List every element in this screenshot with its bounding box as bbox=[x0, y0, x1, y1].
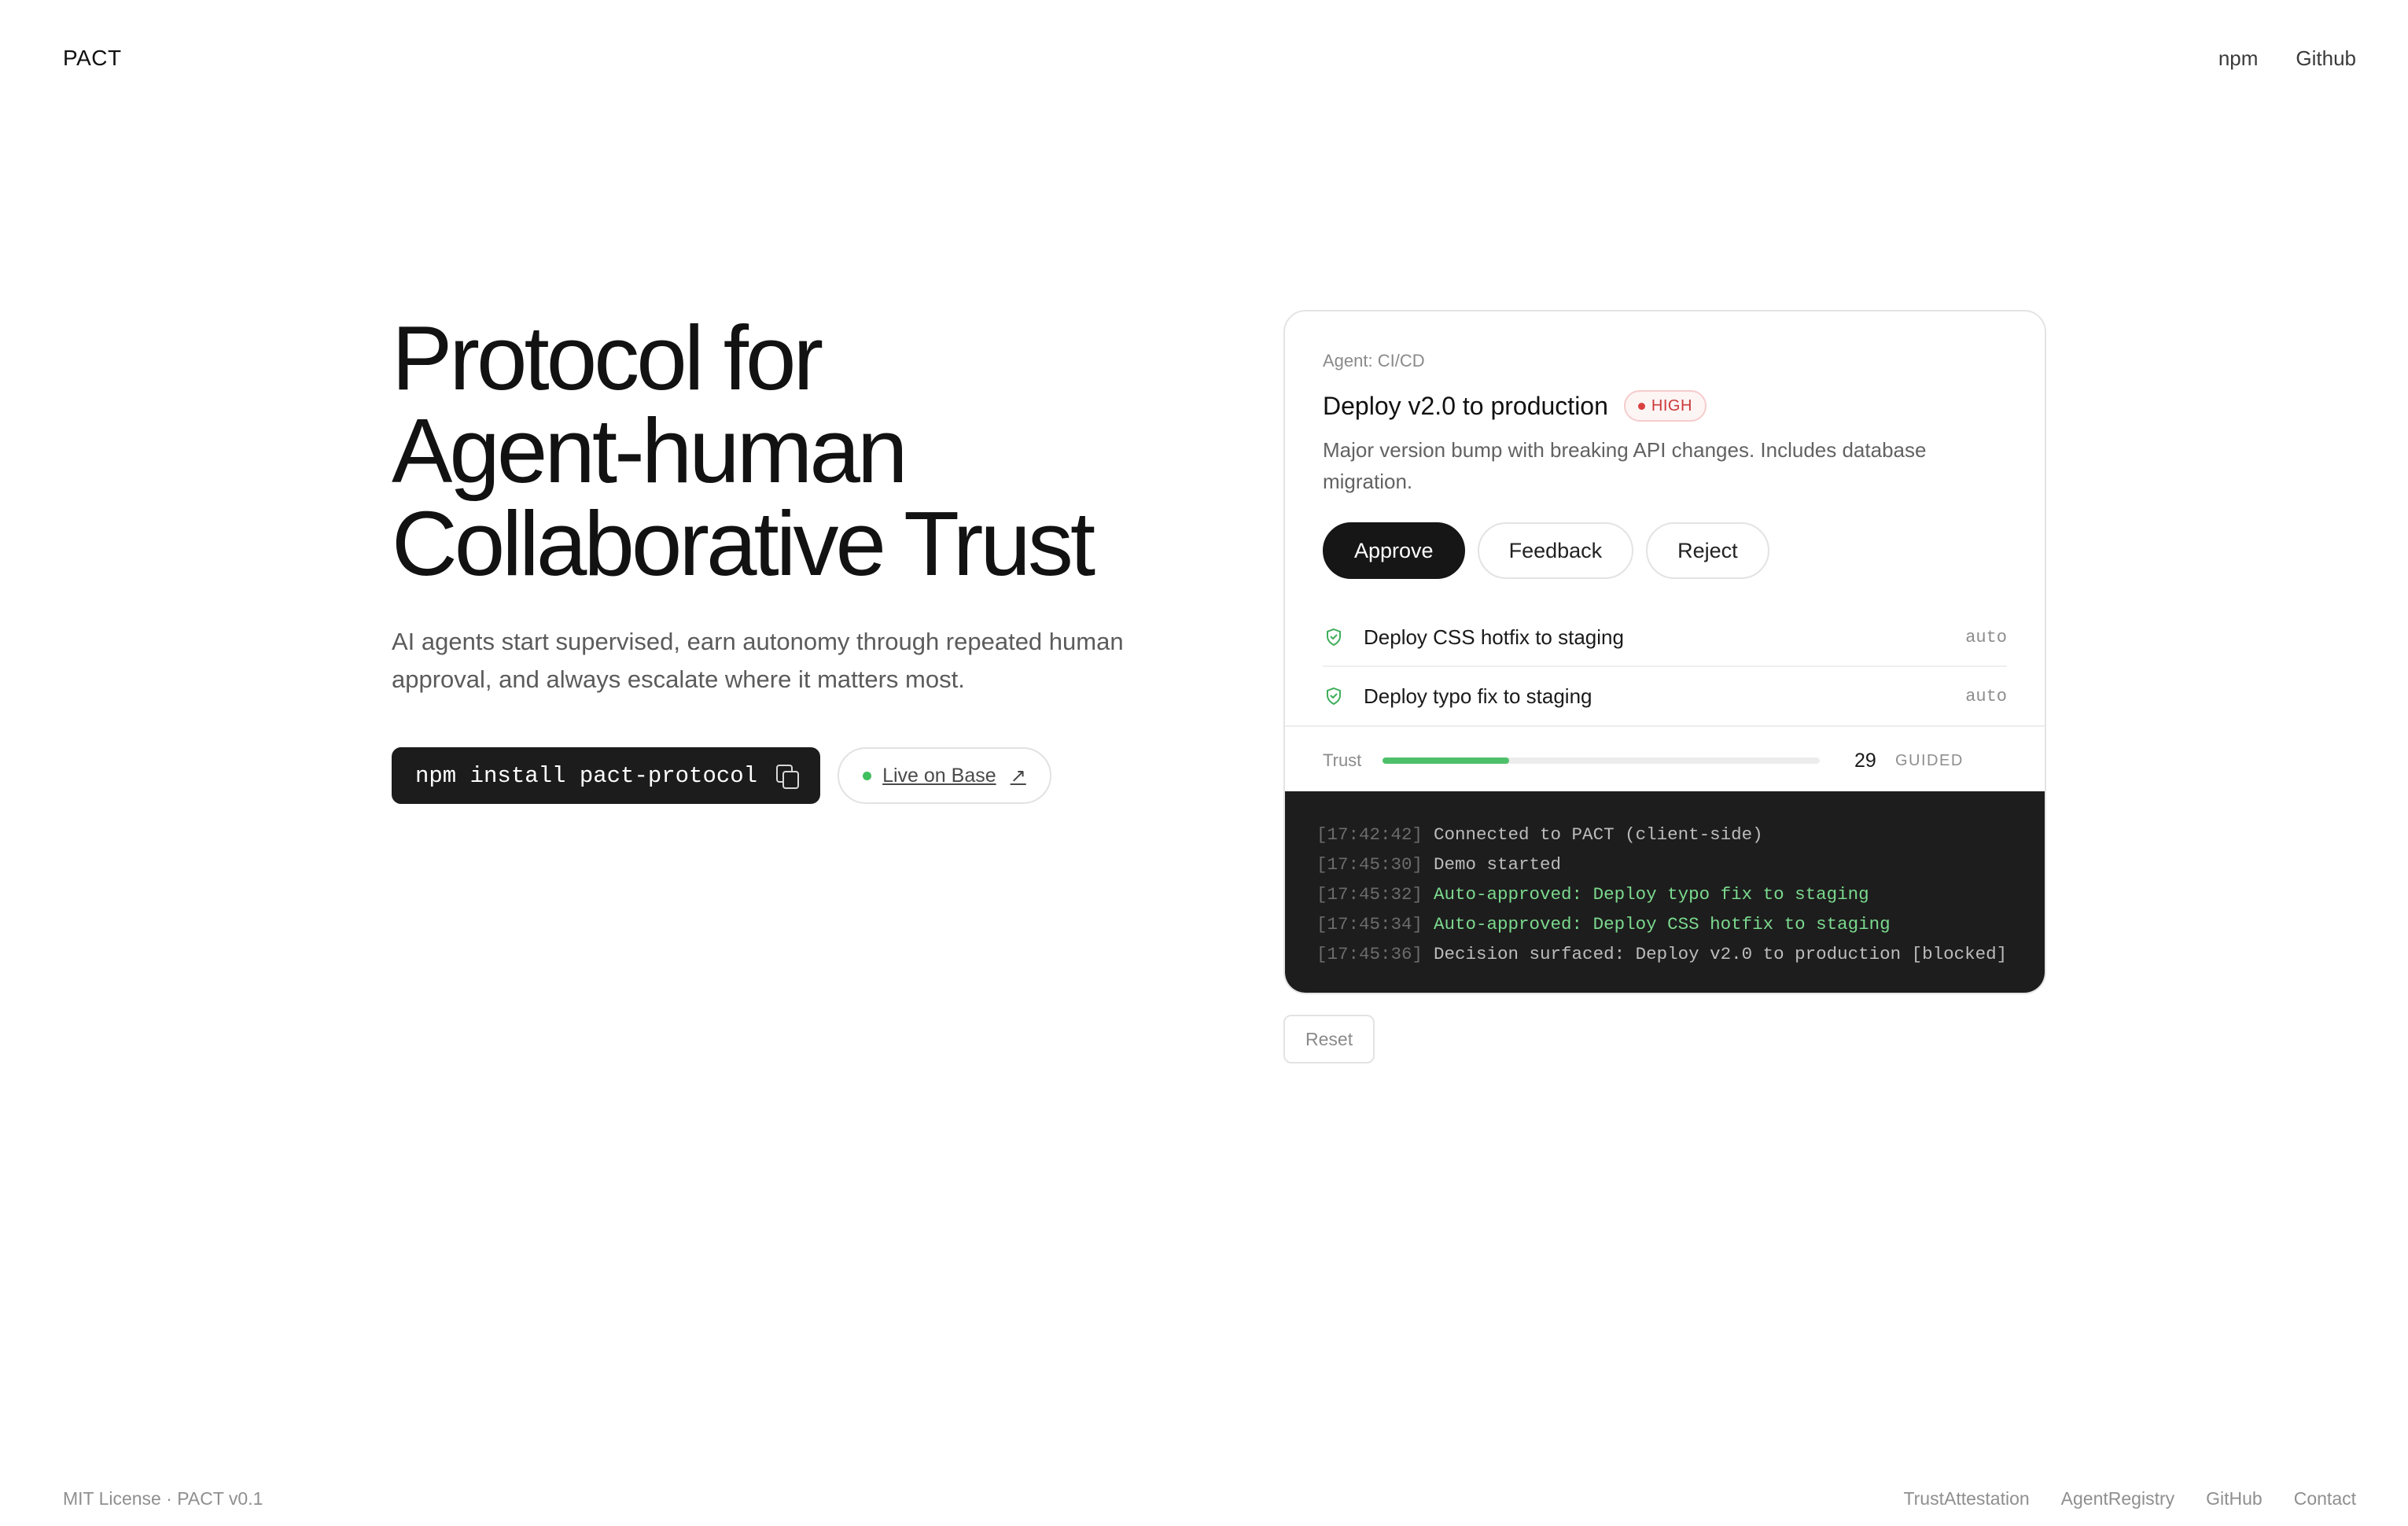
reset-button[interactable]: Reset bbox=[1283, 1015, 1375, 1063]
log-line: [17:45:36] Decision surfaced: Deploy v2.0… bbox=[1316, 939, 2013, 969]
log-time: [17:45:30] bbox=[1316, 854, 1423, 875]
footer-link-github[interactable]: GitHub bbox=[2206, 1488, 2263, 1509]
log-time: [17:45:32] bbox=[1316, 884, 1423, 905]
trust-progress-track bbox=[1383, 757, 1820, 764]
live-status-dot bbox=[863, 771, 872, 780]
hero-title: Protocol for Agent-human Collaborative T… bbox=[392, 311, 1147, 590]
log-time: [17:45:36] bbox=[1316, 944, 1423, 964]
decision-actions: Approve Feedback Reject bbox=[1323, 522, 2007, 579]
install-command: npm install pact-protocol bbox=[415, 762, 758, 789]
top-nav: npm Github bbox=[2218, 46, 2356, 71]
history-item: Deploy typo fix to staging auto bbox=[1323, 667, 2007, 725]
trust-label: Trust bbox=[1323, 750, 1362, 770]
reject-button[interactable]: Reject bbox=[1646, 522, 1769, 579]
log-line: [17:42:42] Connected to PACT (client-side… bbox=[1316, 820, 2013, 850]
log-time: [17:42:42] bbox=[1316, 824, 1423, 845]
log-message: Connected to PACT (client-side) bbox=[1434, 824, 1763, 845]
log-message: Auto-approved: Deploy typo fix to stagin… bbox=[1434, 884, 1869, 905]
hero-subtitle: AI agents start supervised, earn autonom… bbox=[392, 628, 1124, 693]
history-item: Deploy CSS hotfix to staging auto bbox=[1323, 609, 2007, 667]
log-message: Demo started bbox=[1434, 854, 1562, 875]
trust-progress-fill bbox=[1383, 757, 1510, 764]
live-on-base-link[interactable]: Live on Base ↗ bbox=[838, 747, 1051, 804]
hero-title-line: Collaborative Trust bbox=[392, 492, 1095, 595]
hero-title-line: Protocol for bbox=[392, 307, 823, 409]
footer-license: MIT License · PACT v0.1 bbox=[63, 1488, 263, 1509]
agent-label: Agent: CI/CD bbox=[1323, 351, 1425, 370]
brand-logo[interactable]: PACT bbox=[63, 46, 122, 71]
decision-history: Deploy CSS hotfix to staging auto Deploy… bbox=[1323, 609, 2007, 725]
history-item-label: Deploy typo fix to staging bbox=[1364, 684, 1592, 708]
copy-icon bbox=[776, 765, 800, 789]
demo-card: Agent: CI/CD Deploy v2.0 to production H… bbox=[1283, 310, 2046, 994]
history-item-status: auto bbox=[1965, 686, 2007, 706]
footer-links: TrustAttestation AgentRegistry GitHub Co… bbox=[1903, 1488, 2356, 1509]
risk-dot bbox=[1637, 402, 1645, 410]
history-item-label: Deploy CSS hotfix to staging bbox=[1364, 625, 1624, 649]
live-label: Live on Base bbox=[882, 764, 996, 787]
top-bar: PACT npm Github bbox=[63, 46, 2356, 71]
footer: MIT License · PACT v0.1 TrustAttestation… bbox=[63, 1488, 2356, 1509]
npm-install-copy-button[interactable]: npm install pact-protocol bbox=[392, 747, 821, 804]
log-line: [17:45:32] Auto-approved: Deploy typo fix… bbox=[1316, 879, 2013, 909]
hero-section: Protocol for Agent-human Collaborative T… bbox=[392, 311, 1147, 804]
trust-level: GUIDED bbox=[1895, 751, 1964, 769]
history-item-status: auto bbox=[1965, 627, 2007, 647]
shield-check-icon bbox=[1323, 626, 1345, 648]
hero-title-line: Agent-human bbox=[392, 400, 908, 502]
log-message: Decision surfaced: Deploy v2.0 to produc… bbox=[1434, 944, 2008, 964]
event-log: [17:42:42] Connected to PACT (client-side… bbox=[1285, 791, 2045, 993]
risk-badge: HIGH bbox=[1623, 390, 1707, 422]
arrow-up-right-icon: ↗ bbox=[1010, 765, 1026, 787]
nav-link-github[interactable]: Github bbox=[2296, 46, 2356, 71]
footer-link-trust-attestation[interactable]: TrustAttestation bbox=[1903, 1488, 2029, 1509]
log-message: Auto-approved: Deploy CSS hotfix to stag… bbox=[1434, 914, 1891, 934]
risk-badge-label: HIGH bbox=[1651, 396, 1692, 415]
shield-check-icon bbox=[1323, 685, 1345, 707]
log-time: [17:45:34] bbox=[1316, 914, 1423, 934]
feedback-button[interactable]: Feedback bbox=[1477, 522, 1634, 579]
log-line: [17:45:30] Demo started bbox=[1316, 850, 2013, 879]
footer-link-contact[interactable]: Contact bbox=[2294, 1488, 2356, 1509]
cta-row: npm install pact-protocol Live on Base ↗ bbox=[392, 747, 1147, 804]
log-line: [17:45:34] Auto-approved: Deploy CSS hotf… bbox=[1316, 909, 2013, 939]
nav-link-npm[interactable]: npm bbox=[2218, 46, 2259, 71]
decision-title-row: Deploy v2.0 to production HIGH bbox=[1323, 390, 2007, 422]
trust-meter: Trust 29 GUIDED bbox=[1285, 725, 2045, 794]
trust-value: 29 bbox=[1854, 749, 1876, 772]
approve-button[interactable]: Approve bbox=[1323, 522, 1465, 579]
decision-description: Major version bump with breaking API cha… bbox=[1323, 438, 1927, 493]
decision-title: Deploy v2.0 to production bbox=[1323, 391, 1608, 420]
footer-link-agent-registry[interactable]: AgentRegistry bbox=[2061, 1488, 2174, 1509]
